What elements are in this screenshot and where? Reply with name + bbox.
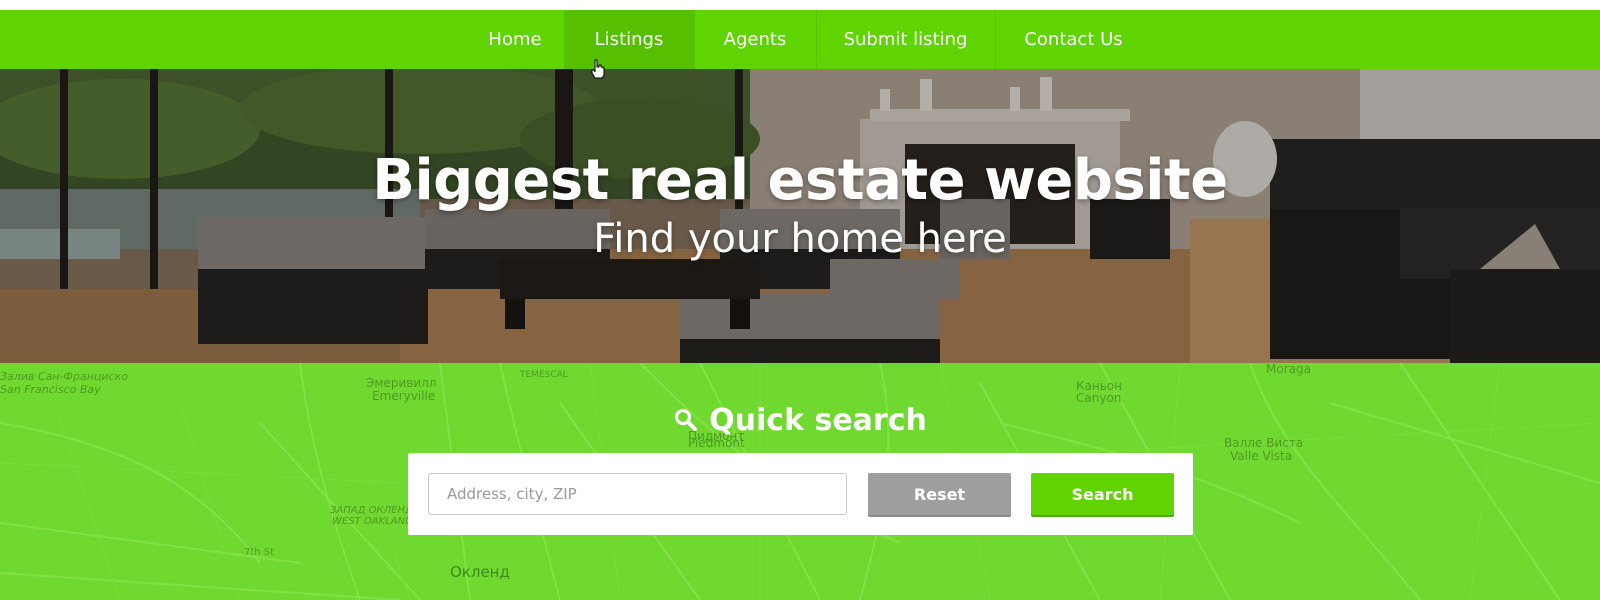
nav-item-agents[interactable]: Agents (694, 10, 816, 69)
nav-item-label: Submit listing (843, 29, 968, 50)
map-label: Валле Виста (1224, 436, 1304, 450)
address-search-input[interactable] (428, 473, 847, 515)
hero-banner: Biggest real estate website Find your ho… (0, 69, 1600, 363)
quick-search-title-text: Quick search (709, 403, 927, 438)
hero-title: Biggest real estate website (372, 148, 1228, 213)
map-label: Emeryville (372, 389, 436, 403)
search-button[interactable]: Search (1031, 473, 1174, 515)
map-label: Эмеривилл (366, 376, 437, 390)
search-icon (673, 406, 699, 432)
map-label: Moraga (1266, 363, 1311, 376)
map-label: San Francisco Bay (0, 383, 101, 396)
nav-item-label: Listings (594, 29, 664, 50)
nav-item-label: Contact Us (1024, 29, 1123, 50)
map-label: Залив Сан-Франциско (0, 370, 128, 383)
main-nav: Home Listings Agents Submit listing Cont… (0, 10, 1600, 69)
map-label: Piedmont (688, 436, 745, 450)
nav-item-submit-listing[interactable]: Submit listing (816, 10, 995, 69)
nav-item-contact-us[interactable]: Contact Us (995, 10, 1152, 69)
quick-search-section: Залив Сан-Франциско San Francisco Bay Эм… (0, 363, 1600, 600)
hero-subtitle: Find your home here (593, 216, 1007, 262)
nav-item-label: Agents (723, 29, 787, 50)
map-label: Окленд (450, 563, 510, 581)
map-label: 7th St (244, 547, 275, 558)
map-label: TEMESCAL (520, 370, 568, 380)
map-label: Valle Vista (1230, 449, 1293, 463)
nav-item-label: Home (488, 29, 542, 50)
search-panel: Reset Search (408, 453, 1193, 535)
nav-item-listings[interactable]: Listings (564, 10, 694, 69)
reset-button[interactable]: Reset (868, 473, 1011, 515)
quick-search-title: Quick search (0, 403, 1600, 438)
hand-cursor-icon (591, 59, 605, 79)
nav-item-home[interactable]: Home (466, 10, 564, 69)
top-strip (0, 0, 1600, 10)
map-label: WEST OAKLAND (332, 516, 413, 527)
